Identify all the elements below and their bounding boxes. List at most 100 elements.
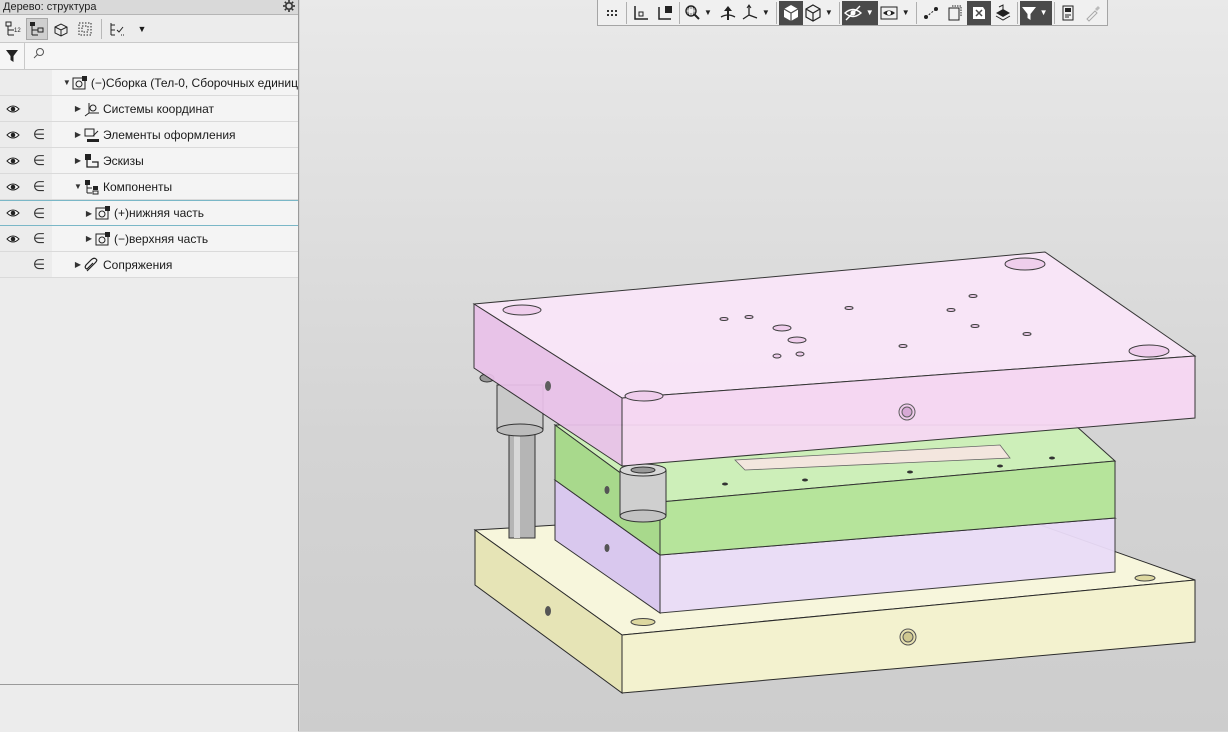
tree-node[interactable]: ▶ Системы координат (52, 96, 298, 121)
tree-node[interactable]: ▶ Сопряжения (52, 252, 298, 277)
local-coordinate-icon (658, 5, 672, 20)
eye-icon (6, 183, 20, 190)
guide-bushing[interactable] (619, 463, 667, 523)
tree-node[interactable]: ▼ Компоненты (52, 174, 298, 199)
rotate-button[interactable] (716, 1, 740, 25)
appearance-icon (972, 6, 985, 19)
tree-components-view-button[interactable] (26, 17, 48, 40)
expand-arrow-icon[interactable]: ▶ (73, 156, 83, 165)
tree-options-dropdown[interactable]: ▼ (131, 18, 153, 40)
layers-button[interactable] (991, 1, 1015, 25)
visibility-toggle[interactable] (0, 96, 26, 121)
include-icon: ∈ (32, 126, 46, 142)
tree-components-icon (30, 21, 44, 35)
include-toggle[interactable]: ∈ (26, 148, 52, 173)
expand-arrow-icon[interactable]: ▶ (84, 234, 94, 243)
show-bodies-button[interactable] (50, 18, 72, 40)
measure-button[interactable] (919, 1, 943, 25)
visibility-toggle[interactable] (0, 122, 26, 147)
panel-bottom-area (0, 684, 298, 732)
tree-row[interactable]: ∈ ▶ Элементы оформления (0, 122, 298, 148)
chevron-down-icon[interactable]: ▼ (759, 8, 773, 17)
axes-icon (742, 3, 758, 20)
expand-arrow-icon[interactable]: ▶ (73, 130, 83, 139)
toolbar-separator (626, 1, 627, 24)
include-toggle[interactable]: ∈ (26, 174, 52, 199)
visibility-toggle[interactable] (0, 174, 26, 199)
bodies-icon (54, 22, 68, 37)
chevron-down-icon[interactable]: ▼ (822, 8, 836, 17)
top-plate[interactable] (472, 251, 1197, 467)
visibility-toggle[interactable] (0, 201, 26, 225)
components-icon (83, 179, 101, 195)
wireframe-display-button[interactable]: ▼ (803, 1, 837, 25)
tree-row[interactable]: ∈ ▶ (+)нижняя часть (0, 200, 298, 226)
view-orientation-button[interactable]: ▼ (740, 1, 774, 25)
chevron-down-icon[interactable]: ▼ (899, 8, 913, 17)
wireframe-cube-icon (805, 3, 821, 22)
mold-assembly-model[interactable] (300, 0, 1228, 731)
expand-arrow-icon[interactable]: ▶ (84, 209, 94, 218)
properties-button[interactable] (1057, 1, 1081, 25)
tree-row[interactable]: ∈ ▼ Компоненты (0, 174, 298, 200)
visibility-toggle[interactable] (0, 252, 26, 277)
part-icon (94, 205, 112, 221)
expand-arrow-icon[interactable]: ▶ (73, 104, 83, 113)
include-toggle[interactable]: ∈ (26, 252, 52, 277)
eyedropper-icon (1085, 5, 1100, 22)
selection-filter-toolbar-button[interactable]: ▼ (1019, 0, 1052, 25)
filter-icon (6, 50, 18, 62)
zoom-button[interactable]: ▼ (682, 1, 716, 25)
tree-node[interactable]: ▶ (−)верхняя часть (52, 226, 298, 251)
chevron-down-icon[interactable]: ▼ (1037, 8, 1051, 17)
tree-row[interactable]: ▶ Системы координат (0, 96, 298, 122)
display-mode-button[interactable]: ▼ (878, 1, 914, 25)
toolbar-grip[interactable] (600, 1, 624, 25)
hide-objects-button[interactable]: ▼ (841, 0, 878, 25)
part-icon (94, 231, 112, 247)
orientation-button[interactable] (629, 1, 653, 25)
tree-structure-view-button[interactable]: 12 (2, 18, 24, 40)
appearance-button[interactable] (966, 0, 991, 25)
filter-button[interactable] (0, 43, 25, 69)
local-cs-button[interactable] (653, 1, 677, 25)
tree-options-button[interactable] (107, 18, 129, 40)
search-input[interactable] (25, 43, 298, 69)
collapse-arrow-icon[interactable]: ▼ (62, 78, 72, 87)
chevron-down-icon[interactable]: ▼ (701, 8, 715, 17)
properties-icon (1062, 5, 1074, 20)
tree-node[interactable]: ▶ Элементы оформления (52, 122, 298, 147)
include-toggle[interactable]: ∈ (26, 201, 52, 225)
tree-row[interactable]: ∈ ▶ Эскизы (0, 148, 298, 174)
tree-node[interactable]: ▼ (−)Сборка (Тел-0, Сборочных единиц (52, 70, 298, 95)
include-toggle[interactable] (26, 96, 52, 121)
chevron-down-icon: ▼ (137, 23, 147, 34)
tree-node[interactable]: ▶ (+)нижняя часть (52, 201, 298, 225)
eyedropper-button[interactable] (1081, 1, 1105, 25)
chevron-down-icon[interactable]: ▼ (863, 8, 877, 17)
tree-row[interactable]: ∈ ▶ (−)верхняя часть (0, 226, 298, 252)
eye-icon (6, 235, 20, 242)
tree-structure-icon: 12 (5, 21, 21, 35)
toolbar-separator (775, 1, 777, 24)
shaded-display-button[interactable] (778, 0, 803, 25)
tree-row[interactable]: ∈ ▶ Сопряжения (0, 252, 298, 278)
section-button[interactable] (943, 1, 967, 25)
tree-node[interactable]: ▶ Эскизы (52, 148, 298, 173)
selection-filter-button[interactable] (74, 18, 96, 40)
collapse-arrow-icon[interactable]: ▼ (73, 182, 83, 191)
visibility-toggle[interactable] (0, 226, 26, 251)
eye-icon (6, 157, 20, 164)
expand-arrow-icon[interactable]: ▶ (73, 260, 83, 269)
include-toggle[interactable] (26, 70, 52, 95)
tree-row[interactable]: ▼ (−)Сборка (Тел-0, Сборочных единиц (0, 70, 298, 96)
include-toggle[interactable]: ∈ (26, 226, 52, 251)
include-toggle[interactable]: ∈ (26, 122, 52, 147)
visibility-toggle[interactable] (0, 148, 26, 173)
3d-viewport[interactable]: ▼ ▼ ▼ ▼ ▼ ▼ (300, 0, 1228, 731)
include-icon: ∈ (32, 256, 46, 272)
tree-node-label: Компоненты (103, 179, 173, 194)
visibility-toggle[interactable] (0, 70, 26, 95)
gear-icon[interactable] (283, 0, 295, 15)
section-icon (948, 5, 962, 20)
